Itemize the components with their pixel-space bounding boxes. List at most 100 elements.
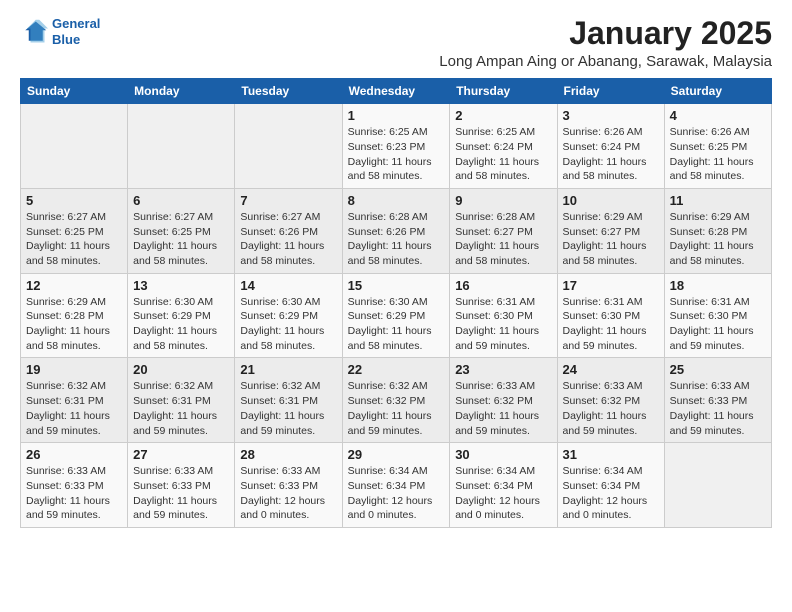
- day-number: 30: [455, 447, 551, 462]
- calendar-cell: 3Sunrise: 6:26 AM Sunset: 6:24 PM Daylig…: [557, 104, 664, 189]
- weekday-header: Saturday: [664, 79, 771, 104]
- calendar-cell: 9Sunrise: 6:28 AM Sunset: 6:27 PM Daylig…: [450, 188, 557, 273]
- day-number: 24: [563, 362, 659, 377]
- day-info: Sunrise: 6:33 AM Sunset: 6:32 PM Dayligh…: [455, 379, 551, 438]
- day-info: Sunrise: 6:29 AM Sunset: 6:28 PM Dayligh…: [670, 210, 766, 269]
- day-info: Sunrise: 6:34 AM Sunset: 6:34 PM Dayligh…: [455, 464, 551, 523]
- day-info: Sunrise: 6:27 AM Sunset: 6:25 PM Dayligh…: [26, 210, 122, 269]
- day-number: 10: [563, 193, 659, 208]
- calendar-cell: [235, 104, 342, 189]
- day-info: Sunrise: 6:33 AM Sunset: 6:33 PM Dayligh…: [133, 464, 229, 523]
- calendar-cell: 15 Sunrise: 6:30 AM Sunset: 6:29 PM Dayli…: [342, 273, 450, 358]
- day-info: Sunrise: 6:33 AM Sunset: 6:32 PM Dayligh…: [563, 379, 659, 438]
- day-info: Sunrise: 6:32 AM Sunset: 6:31 PM Dayligh…: [240, 379, 336, 438]
- day-info: Sunrise: 6:25 AM Sunset: 6:24 PM Dayligh…: [455, 125, 551, 184]
- calendar-cell: 29 Sunrise: 6:34 AM Sunset: 6:34 PM Dayli…: [342, 443, 450, 528]
- calendar-cell: 27 Sunrise: 6:33 AM Sunset: 6:33 PM Dayli…: [128, 443, 235, 528]
- calendar-cell: 23 Sunrise: 6:33 AM Sunset: 6:32 PM Dayli…: [450, 358, 557, 443]
- calendar-cell: 16 Sunrise: 6:31 AM Sunset: 6:30 PM Dayli…: [450, 273, 557, 358]
- calendar-cell: 10Sunrise: 6:29 AM Sunset: 6:27 PM Dayli…: [557, 188, 664, 273]
- day-info: Sunrise: 6:32 AM Sunset: 6:32 PM Dayligh…: [348, 379, 445, 438]
- calendar-cell: 26 Sunrise: 6:33 AM Sunset: 6:33 PM Dayli…: [21, 443, 128, 528]
- calendar-cell: [664, 443, 771, 528]
- day-info: Sunrise: 6:30 AM Sunset: 6:29 PM Dayligh…: [133, 295, 229, 354]
- day-number: 14: [240, 278, 336, 293]
- calendar-cell: 31 Sunrise: 6:34 AM Sunset: 6:34 PM Dayli…: [557, 443, 664, 528]
- calendar-week-row: 1 Sunrise: 6:25 AM Sunset: 6:23 PM Daylig…: [21, 104, 772, 189]
- weekday-row: SundayMondayTuesdayWednesdayThursdayFrid…: [21, 79, 772, 104]
- weekday-header: Thursday: [450, 79, 557, 104]
- day-number: 31: [563, 447, 659, 462]
- day-number: 5: [26, 193, 122, 208]
- day-info: Sunrise: 6:31 AM Sunset: 6:30 PM Dayligh…: [455, 295, 551, 354]
- day-info: Sunrise: 6:34 AM Sunset: 6:34 PM Dayligh…: [348, 464, 445, 523]
- day-info: Sunrise: 6:30 AM Sunset: 6:29 PM Dayligh…: [240, 295, 336, 354]
- day-number: 16: [455, 278, 551, 293]
- day-number: 29: [348, 447, 445, 462]
- calendar-header: SundayMondayTuesdayWednesdayThursdayFrid…: [21, 79, 772, 104]
- day-number: 6: [133, 193, 229, 208]
- calendar-body: 1 Sunrise: 6:25 AM Sunset: 6:23 PM Daylig…: [21, 104, 772, 528]
- calendar-cell: 18 Sunrise: 6:31 AM Sunset: 6:30 PM Dayli…: [664, 273, 771, 358]
- day-number: 28: [240, 447, 336, 462]
- day-number: 11: [670, 193, 766, 208]
- day-number: 20: [133, 362, 229, 377]
- calendar-cell: 24 Sunrise: 6:33 AM Sunset: 6:32 PM Dayli…: [557, 358, 664, 443]
- calendar-cell: 21 Sunrise: 6:32 AM Sunset: 6:31 PM Dayli…: [235, 358, 342, 443]
- day-number: 18: [670, 278, 766, 293]
- calendar-cell: 1 Sunrise: 6:25 AM Sunset: 6:23 PM Daylig…: [342, 104, 450, 189]
- weekday-header: Friday: [557, 79, 664, 104]
- weekday-header: Sunday: [21, 79, 128, 104]
- calendar-cell: 5 Sunrise: 6:27 AM Sunset: 6:25 PM Daylig…: [21, 188, 128, 273]
- day-info: Sunrise: 6:32 AM Sunset: 6:31 PM Dayligh…: [26, 379, 122, 438]
- calendar-cell: 25 Sunrise: 6:33 AM Sunset: 6:33 PM Dayli…: [664, 358, 771, 443]
- day-number: 12: [26, 278, 122, 293]
- calendar-week-row: 5 Sunrise: 6:27 AM Sunset: 6:25 PM Daylig…: [21, 188, 772, 273]
- day-info: Sunrise: 6:31 AM Sunset: 6:30 PM Dayligh…: [563, 295, 659, 354]
- day-info: Sunrise: 6:25 AM Sunset: 6:23 PM Dayligh…: [348, 125, 445, 184]
- day-info: Sunrise: 6:34 AM Sunset: 6:34 PM Dayligh…: [563, 464, 659, 523]
- main-title: January 2025: [439, 16, 772, 51]
- weekday-header: Tuesday: [235, 79, 342, 104]
- day-info: Sunrise: 6:30 AM Sunset: 6:29 PM Dayligh…: [348, 295, 445, 354]
- day-info: Sunrise: 6:31 AM Sunset: 6:30 PM Dayligh…: [670, 295, 766, 354]
- day-info: Sunrise: 6:26 AM Sunset: 6:24 PM Dayligh…: [563, 125, 659, 184]
- day-info: Sunrise: 6:28 AM Sunset: 6:26 PM Dayligh…: [348, 210, 445, 269]
- calendar-cell: 13 Sunrise: 6:30 AM Sunset: 6:29 PM Dayli…: [128, 273, 235, 358]
- day-number: 19: [26, 362, 122, 377]
- day-info: Sunrise: 6:27 AM Sunset: 6:26 PM Dayligh…: [240, 210, 336, 269]
- day-number: 27: [133, 447, 229, 462]
- day-number: 25: [670, 362, 766, 377]
- day-number: 1: [348, 108, 445, 123]
- day-info: Sunrise: 6:32 AM Sunset: 6:31 PM Dayligh…: [133, 379, 229, 438]
- calendar-cell: [128, 104, 235, 189]
- weekday-header: Wednesday: [342, 79, 450, 104]
- page-header: General Blue January 2025 Long Ampan Ain…: [20, 16, 772, 70]
- day-info: Sunrise: 6:29 AM Sunset: 6:28 PM Dayligh…: [26, 295, 122, 354]
- calendar-cell: 6Sunrise: 6:27 AM Sunset: 6:25 PM Daylig…: [128, 188, 235, 273]
- calendar-cell: 30 Sunrise: 6:34 AM Sunset: 6:34 PM Dayli…: [450, 443, 557, 528]
- calendar-cell: [21, 104, 128, 189]
- day-number: 15: [348, 278, 445, 293]
- day-info: Sunrise: 6:33 AM Sunset: 6:33 PM Dayligh…: [670, 379, 766, 438]
- day-info: Sunrise: 6:33 AM Sunset: 6:33 PM Dayligh…: [26, 464, 122, 523]
- calendar-cell: 8Sunrise: 6:28 AM Sunset: 6:26 PM Daylig…: [342, 188, 450, 273]
- weekday-header: Monday: [128, 79, 235, 104]
- day-info: Sunrise: 6:28 AM Sunset: 6:27 PM Dayligh…: [455, 210, 551, 269]
- logo-text: General Blue: [52, 16, 100, 47]
- calendar-week-row: 12 Sunrise: 6:29 AM Sunset: 6:28 PM Dayli…: [21, 273, 772, 358]
- calendar-cell: 11 Sunrise: 6:29 AM Sunset: 6:28 PM Dayli…: [664, 188, 771, 273]
- calendar-week-row: 26 Sunrise: 6:33 AM Sunset: 6:33 PM Dayli…: [21, 443, 772, 528]
- calendar-cell: 19 Sunrise: 6:32 AM Sunset: 6:31 PM Dayli…: [21, 358, 128, 443]
- calendar-cell: 20 Sunrise: 6:32 AM Sunset: 6:31 PM Dayli…: [128, 358, 235, 443]
- day-number: 21: [240, 362, 336, 377]
- day-number: 2: [455, 108, 551, 123]
- day-number: 23: [455, 362, 551, 377]
- day-number: 26: [26, 447, 122, 462]
- day-number: 13: [133, 278, 229, 293]
- subtitle: Long Ampan Aing or Abanang, Sarawak, Mal…: [439, 53, 772, 70]
- calendar-cell: 12 Sunrise: 6:29 AM Sunset: 6:28 PM Dayli…: [21, 273, 128, 358]
- day-info: Sunrise: 6:26 AM Sunset: 6:25 PM Dayligh…: [670, 125, 766, 184]
- calendar-week-row: 19 Sunrise: 6:32 AM Sunset: 6:31 PM Dayli…: [21, 358, 772, 443]
- calendar-cell: 28Sunrise: 6:33 AM Sunset: 6:33 PM Dayli…: [235, 443, 342, 528]
